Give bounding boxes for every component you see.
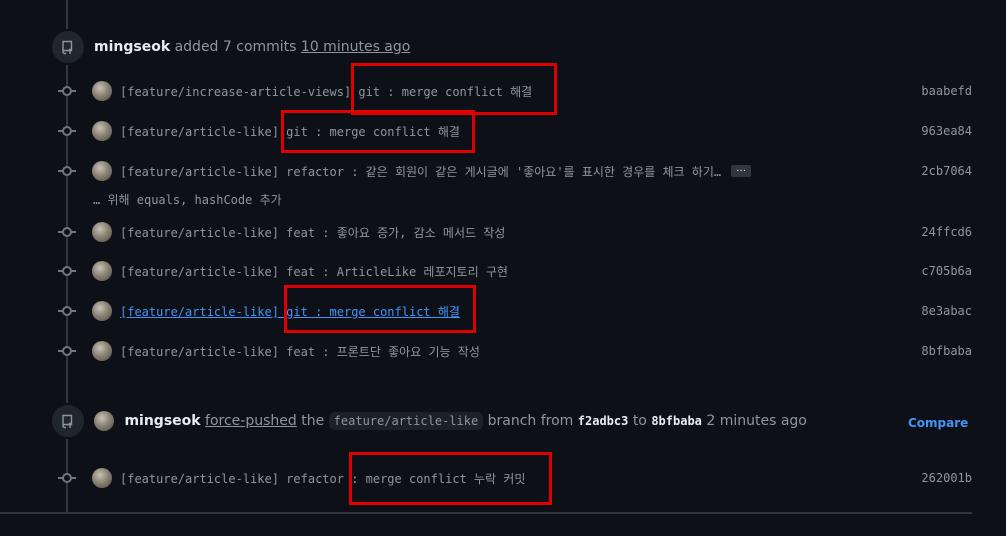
highlight-box — [351, 63, 557, 115]
compare-link[interactable]: Compare — [908, 416, 968, 430]
highlight-box — [349, 452, 552, 505]
pull-request-timeline: mingseok added 7 commits 10 minutes ago … — [0, 0, 1006, 536]
to-sha[interactable]: 8bfbaba — [651, 414, 702, 428]
author-link[interactable]: mingseok — [94, 39, 170, 55]
commit-row: [feature/article-like] refactor : 같은 회원이… — [56, 159, 976, 183]
repo-push-icon — [50, 29, 86, 65]
git-commit-icon — [56, 260, 78, 282]
event-text-to: to — [632, 413, 647, 429]
git-commit-icon — [56, 80, 78, 102]
highlight-box — [284, 285, 476, 333]
event-time[interactable]: 2 minutes ago — [706, 413, 807, 429]
commit-row: [feature/article-like] feat : 좋아요 증가, 감소… — [56, 220, 976, 244]
avatar[interactable] — [94, 411, 114, 431]
commit-message-continuation: … 위해 equals, hashCode 추가 — [93, 193, 282, 207]
commit-row: [feature/article-like] git : merge confl… — [56, 119, 976, 143]
event-action: added 7 commits — [174, 39, 297, 55]
highlight-box — [281, 110, 475, 153]
commit-message[interactable]: [feature/article-like] feat : ArticleLik… — [120, 263, 508, 280]
branch-name-pill[interactable]: feature/article-like — [328, 412, 484, 430]
event-text-branch-from: branch from — [487, 413, 574, 429]
event-time[interactable]: 10 minutes ago — [301, 39, 410, 55]
event-description: mingseok force-pushed the feature/articl… — [94, 411, 807, 431]
avatar[interactable] — [92, 341, 112, 361]
git-commit-icon — [56, 340, 78, 362]
git-commit-icon — [56, 221, 78, 243]
avatar[interactable] — [92, 468, 112, 488]
avatar[interactable] — [92, 121, 112, 141]
git-commit-icon — [56, 467, 78, 489]
avatar[interactable] — [92, 261, 112, 281]
divider — [0, 512, 972, 514]
avatar[interactable] — [92, 222, 112, 242]
git-commit-icon — [56, 160, 78, 182]
author-link[interactable]: mingseok — [124, 413, 200, 429]
commit-sha[interactable]: 24ffcd6 — [921, 225, 972, 239]
git-commit-icon — [56, 300, 78, 322]
commit-row: [feature/article-like] git : merge confl… — [56, 299, 976, 323]
force-pushed-link[interactable]: force-pushed — [205, 413, 297, 429]
commit-sha[interactable]: 963ea84 — [921, 124, 972, 138]
force-push-event: mingseok force-pushed the feature/articl… — [50, 403, 807, 439]
commit-message[interactable]: [feature/article-like] feat : 프론트단 좋아요 기… — [120, 343, 480, 360]
commit-row: [feature/article-like] feat : 프론트단 좋아요 기… — [56, 339, 976, 363]
commit-message[interactable]: [feature/article-like] refactor : 같은 회원이… — [120, 163, 721, 180]
avatar[interactable] — [92, 161, 112, 181]
commit-sha[interactable]: 262001b — [921, 471, 972, 485]
commit-sha[interactable]: 8e3abac — [921, 304, 972, 318]
commit-message[interactable]: [feature/article-like] feat : 좋아요 증가, 감소… — [120, 224, 505, 241]
git-commit-icon — [56, 120, 78, 142]
from-sha[interactable]: f2adbc3 — [578, 414, 629, 428]
commit-sha[interactable]: 2cb7064 — [921, 164, 972, 178]
commit-sha[interactable]: baabefd — [921, 84, 972, 98]
commits-added-event: mingseok added 7 commits 10 minutes ago — [50, 29, 410, 65]
repo-push-icon — [50, 403, 86, 439]
commit-sha[interactable]: c705b6a — [921, 264, 972, 278]
expand-message-button[interactable]: … — [731, 164, 752, 177]
commit-sha[interactable]: 8bfbaba — [921, 344, 972, 358]
avatar[interactable] — [92, 301, 112, 321]
event-description: mingseok added 7 commits 10 minutes ago — [94, 39, 410, 55]
event-text-the: the — [301, 413, 325, 429]
avatar[interactable] — [92, 81, 112, 101]
commit-row: [feature/article-like] feat : ArticleLik… — [56, 259, 976, 283]
